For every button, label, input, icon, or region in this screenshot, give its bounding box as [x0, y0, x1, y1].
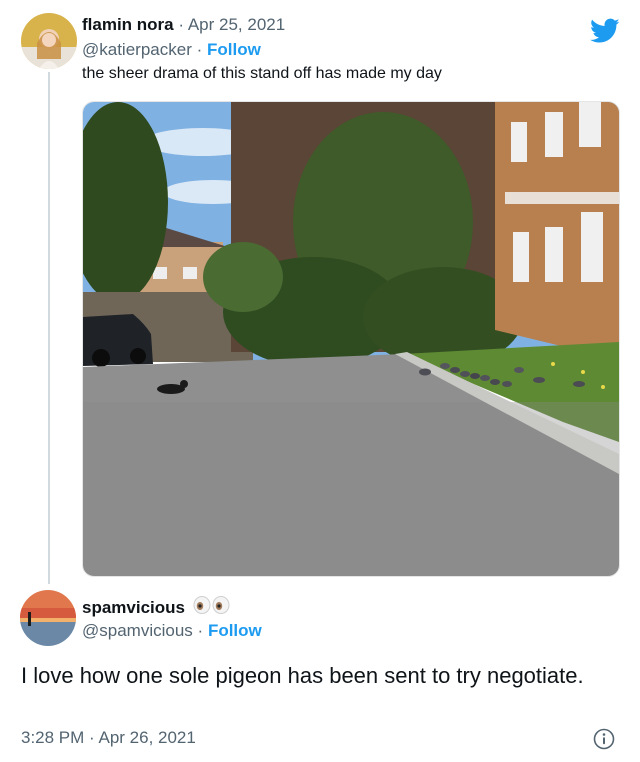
separator-dot: ·: [196, 40, 203, 59]
replier-avatar[interactable]: [20, 590, 76, 646]
eyes-icon: [192, 596, 232, 619]
replier-display-name[interactable]: spamvicious: [82, 598, 185, 618]
tweet-date[interactable]: Apr 25, 2021: [188, 15, 285, 34]
separator-dot: ·: [178, 15, 185, 34]
thread-line: [48, 72, 50, 584]
author-handle[interactable]: @katierpacker: [82, 40, 192, 59]
follow-button[interactable]: Follow: [207, 40, 261, 59]
author-avatar[interactable]: [21, 13, 77, 69]
tweet-text: the sheer drama of this stand off has ma…: [82, 65, 442, 82]
author-display-name[interactable]: flamin nora: [82, 15, 174, 34]
tweet-photo[interactable]: [82, 101, 620, 577]
twitter-bird-icon[interactable]: [590, 18, 620, 44]
follow-button[interactable]: Follow: [208, 621, 262, 640]
separator-dot: ·: [197, 621, 204, 640]
info-icon[interactable]: [593, 728, 615, 750]
reply-timestamp[interactable]: 3:28 PM · Apr 26, 2021: [21, 728, 196, 748]
replier-handle[interactable]: @spamvicious: [82, 621, 193, 640]
reply-text: I love how one sole pigeon has been sent…: [21, 663, 584, 688]
